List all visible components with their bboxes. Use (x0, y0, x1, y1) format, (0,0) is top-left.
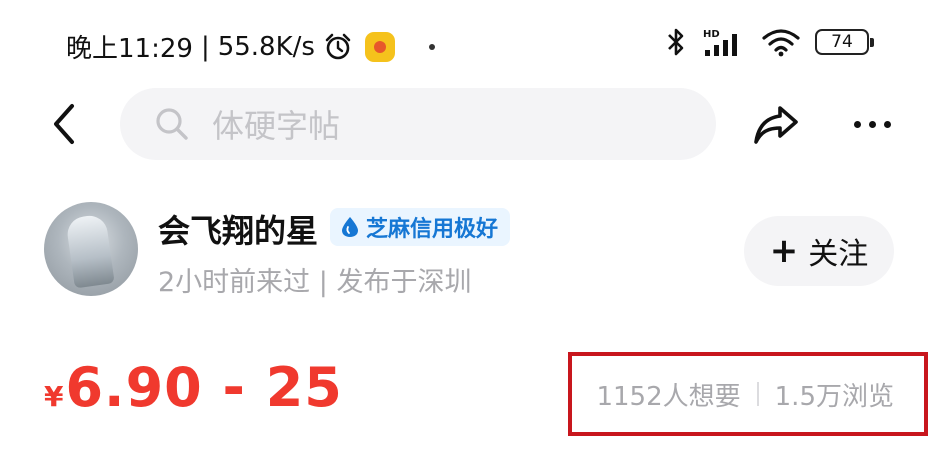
share-icon (754, 106, 798, 144)
views-count: 1.5万浏览 (774, 381, 894, 412)
credit-badge-label: 芝麻信用极好 (366, 217, 499, 242)
credit-badge[interactable]: 芝麻信用极好 (330, 208, 511, 246)
avatar-image (65, 213, 115, 289)
hd-signal-icon: HD (703, 29, 737, 56)
price-row: ¥ 6.90 - 25 1152人想要 1.5万浏览 (0, 352, 929, 436)
status-left: 晚上11:29 | 55.8K/s (66, 28, 435, 65)
search-placeholder: 体硬字帖 (212, 107, 341, 145)
network-speed: 55.8K/s (217, 31, 315, 62)
stats-highlight: 1152人想要 1.5万浏览 (568, 352, 928, 436)
item-detail-page: 晚上11:29 | 55.8K/s HD 74 体硬字帖 会飞翔的星 芝麻信用极… (0, 0, 929, 459)
back-button[interactable] (40, 98, 88, 150)
share-button[interactable] (748, 98, 804, 150)
status-separator: | (200, 31, 210, 62)
search-icon (156, 108, 188, 140)
battery-icon: 74 (815, 29, 874, 55)
more-button[interactable] (840, 98, 904, 150)
status-time: 晚上11:29 (66, 34, 193, 64)
status-bar: 晚上11:29 | 55.8K/s HD 74 (0, 18, 929, 70)
app-badge-icon (364, 31, 395, 62)
follow-button[interactable]: + 关注 (744, 216, 894, 286)
svg-text:HD: HD (703, 29, 720, 40)
seller-name[interactable]: 会飞翔的星 (158, 206, 318, 252)
status-right: HD 74 (665, 26, 874, 58)
more-icon-dot (868, 120, 876, 128)
credit-drop-icon (342, 217, 358, 237)
battery-level: 74 (831, 32, 853, 52)
price: ¥ 6.90 - 25 (44, 356, 343, 419)
dot-icon (428, 43, 435, 50)
plus-icon: + (769, 231, 799, 271)
seller-info: 会飞翔的星 芝麻信用极好 2小时前来过 | 发布于深圳 + 关注 (0, 196, 929, 306)
back-icon (54, 104, 74, 144)
seller-meta: 2小时前来过 | 发布于深圳 (158, 267, 472, 298)
bluetooth-icon (668, 28, 684, 56)
alarm-icon (325, 33, 351, 59)
avatar[interactable] (44, 202, 138, 296)
search-input[interactable]: 体硬字帖 (120, 88, 716, 160)
price-range: 6.90 - 25 (65, 356, 343, 419)
more-icon (853, 120, 861, 128)
currency-symbol: ¥ (44, 380, 64, 413)
nav-bar: 体硬字帖 (0, 84, 929, 164)
stats-divider (756, 382, 759, 406)
follow-label: 关注 (808, 237, 869, 272)
wifi-icon (762, 29, 800, 57)
wants-count: 1152人想要 (596, 381, 741, 412)
more-icon-dot (883, 120, 891, 128)
